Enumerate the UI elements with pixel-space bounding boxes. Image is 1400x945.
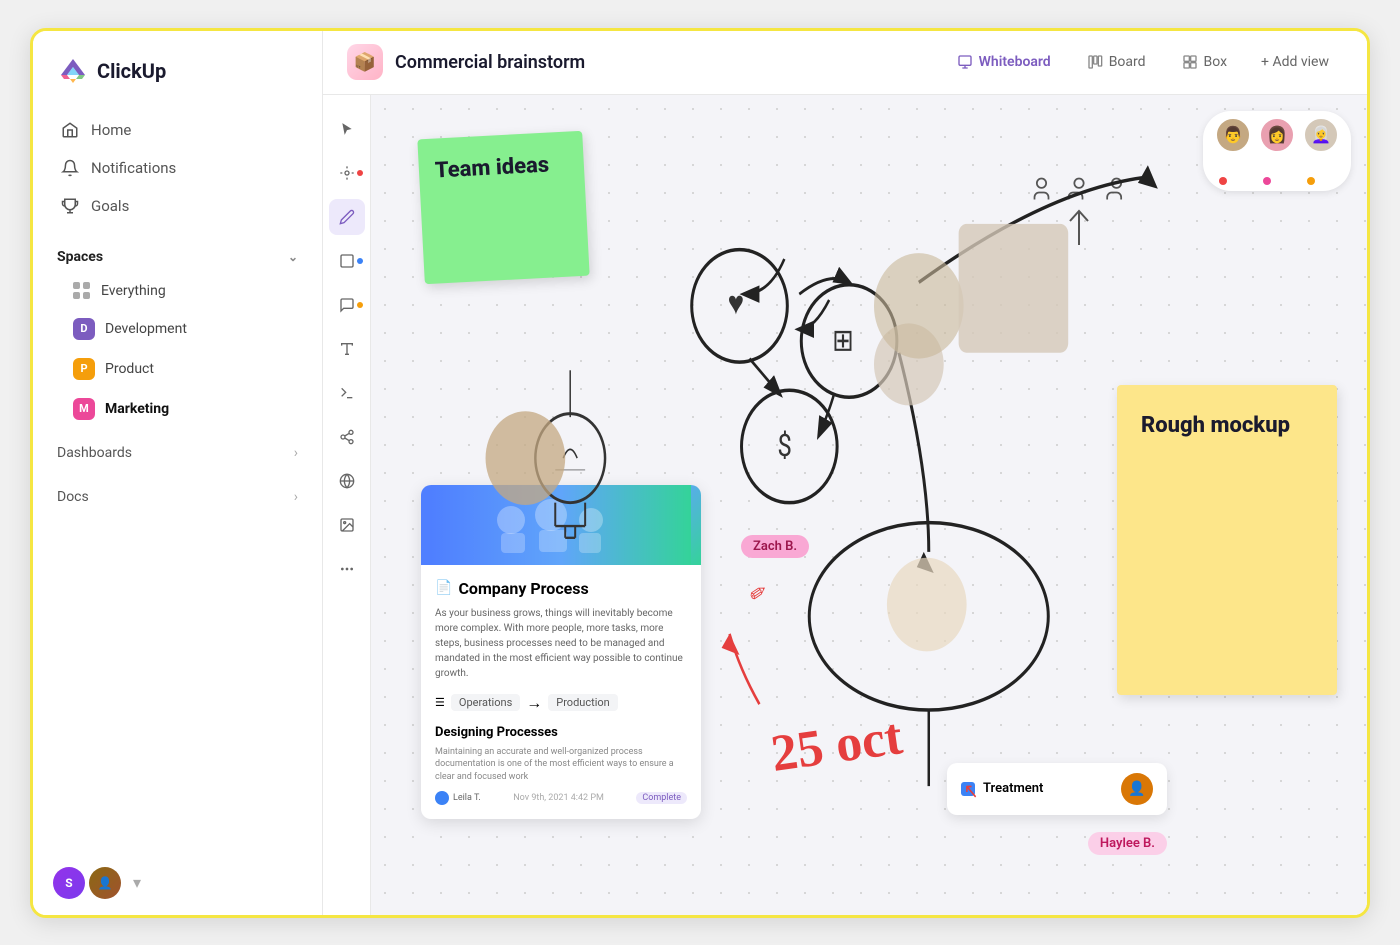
- spaces-header: Spaces ⌄: [33, 233, 322, 273]
- dashboards-chevron: ›: [294, 445, 298, 461]
- tool-rect-dot: [357, 258, 363, 264]
- tool-network[interactable]: [329, 419, 365, 455]
- treatment-avatar: 👤: [1121, 773, 1153, 805]
- dev-dot: D: [73, 318, 95, 340]
- svg-text:⊞: ⊞: [832, 322, 854, 358]
- collab-dot-1: [1219, 177, 1227, 185]
- collaborators-panel: 👨 👩 👩‍🦳: [1203, 111, 1351, 191]
- task-card-subtitle: Designing Processes: [435, 725, 687, 740]
- canvas[interactable]: 👨 👩 👩‍🦳 Team ideas: [371, 95, 1367, 915]
- task-card[interactable]: 📄 Company Process As your business grows…: [421, 485, 701, 820]
- topbar: 📦 Commercial brainstorm Whiteboard Board…: [323, 31, 1367, 95]
- collab-avatar-3: 👩‍🦳: [1303, 117, 1339, 153]
- space-marketing[interactable]: M Marketing: [49, 389, 306, 429]
- tool-shapes-dot: [357, 170, 363, 176]
- task-card-meta: Leila T. Nov 9th, 2021 4:42 PM Complete: [435, 791, 687, 805]
- flow-to: Production: [548, 694, 617, 711]
- project-title: Commercial brainstorm: [395, 52, 585, 73]
- tool-shapes[interactable]: [329, 155, 365, 191]
- topbar-left: 📦 Commercial brainstorm: [347, 44, 941, 80]
- tool-rectangle[interactable]: [329, 243, 365, 279]
- tab-board[interactable]: Board: [1071, 46, 1162, 78]
- whiteboard-tab-icon: [957, 54, 973, 70]
- dropdown-arrow[interactable]: ▾: [133, 873, 141, 892]
- marketing-dot: M: [73, 398, 95, 420]
- avatar-user2: 👤: [89, 867, 121, 899]
- tool-connector[interactable]: [329, 375, 365, 411]
- collab-dot-3: [1307, 177, 1315, 185]
- task-card-flow: ☰ Operations → Production: [435, 693, 687, 713]
- svg-text:♥: ♥: [728, 284, 745, 322]
- tool-note[interactable]: [329, 287, 365, 323]
- user-avatars: S 👤: [53, 867, 121, 899]
- meta-date: Nov 9th, 2021 4:42 PM: [513, 793, 604, 803]
- nav-notifications[interactable]: Notifications: [49, 149, 306, 187]
- tool-text[interactable]: [329, 331, 365, 367]
- task-card-title: 📄 Company Process: [435, 579, 687, 598]
- whiteboard-area: 👨 👩 👩‍🦳 Team ideas: [323, 95, 1367, 915]
- box-tab-icon: [1182, 54, 1198, 70]
- sticky-note-green[interactable]: Team ideas: [417, 130, 589, 283]
- app-name: ClickUp: [97, 59, 166, 83]
- grid-icon: [73, 282, 91, 300]
- space-development[interactable]: D Development: [49, 309, 306, 349]
- collab-avatar-1: 👨: [1215, 117, 1251, 153]
- main-nav: Home Notifications Goals: [33, 103, 322, 233]
- nav-home[interactable]: Home: [49, 111, 306, 149]
- flow-arrow: →: [526, 693, 542, 713]
- task-card-description: As your business grows, things will inev…: [435, 606, 687, 681]
- tool-note-dot: [357, 302, 363, 308]
- tool-image[interactable]: [329, 507, 365, 543]
- user-tag-haylee: Haylee B.: [1088, 832, 1167, 855]
- user-tag-zach: Zach B.: [741, 535, 809, 558]
- logo-area: ClickUp: [33, 31, 322, 103]
- svg-text:✏: ✏: [746, 576, 773, 610]
- sidebar-footer: S 👤 ▾: [33, 851, 322, 915]
- board-tab-icon: [1087, 54, 1103, 70]
- clickup-logo-icon: [57, 55, 89, 87]
- nav-goals[interactable]: Goals: [49, 187, 306, 225]
- main-content: 📦 Commercial brainstorm Whiteboard Board…: [323, 31, 1367, 915]
- tool-globe[interactable]: [329, 463, 365, 499]
- tab-box[interactable]: Box: [1166, 46, 1244, 78]
- meta-avatar: [435, 791, 449, 805]
- project-icon: 📦: [347, 44, 383, 80]
- flow-icon: ☰: [435, 696, 445, 709]
- product-dot: P: [73, 358, 95, 380]
- collab-avatar-2: 👩: [1259, 117, 1295, 153]
- space-everything[interactable]: Everything: [49, 273, 306, 309]
- spaces-chevron[interactable]: ⌄: [288, 250, 298, 264]
- tool-more[interactable]: [329, 551, 365, 587]
- bell-icon: [61, 159, 79, 177]
- task-card-image: [421, 485, 701, 565]
- docs-chevron: ›: [294, 489, 298, 505]
- sticky-note-yellow[interactable]: Rough mockup: [1117, 385, 1337, 695]
- app-container: ClickUp Home Notifications Goals Spaces …: [30, 28, 1370, 918]
- tool-pencil[interactable]: [329, 199, 365, 235]
- tool-cursor[interactable]: [329, 111, 365, 147]
- docs-link[interactable]: Docs ›: [33, 477, 322, 517]
- toolbar-left: [323, 95, 371, 915]
- treatment-color-icon: [961, 782, 975, 796]
- add-view-button[interactable]: + Add view: [1247, 46, 1343, 78]
- flow-from: Operations: [451, 694, 520, 711]
- collab-dot-2: [1263, 177, 1271, 185]
- home-icon: [61, 121, 79, 139]
- topbar-tabs: Whiteboard Board Box + Add view: [941, 46, 1343, 78]
- sidebar: ClickUp Home Notifications Goals Spaces …: [33, 31, 323, 915]
- task-card-body: 📄 Company Process As your business grows…: [421, 565, 701, 820]
- people-icon: [1031, 175, 1127, 247]
- date-annotation: 25 oct: [768, 707, 906, 784]
- svg-text:$: $: [777, 427, 792, 463]
- dashboards-link[interactable]: Dashboards ›: [33, 433, 322, 473]
- space-product[interactable]: P Product: [49, 349, 306, 389]
- meta-badge: Complete: [636, 792, 687, 804]
- treatment-card[interactable]: Treatment 👤: [947, 763, 1167, 815]
- tab-whiteboard[interactable]: Whiteboard: [941, 46, 1067, 78]
- trophy-icon: [61, 197, 79, 215]
- avatar-s: S: [53, 867, 85, 899]
- task-card-footer: Maintaining an accurate and well-organiz…: [435, 746, 687, 784]
